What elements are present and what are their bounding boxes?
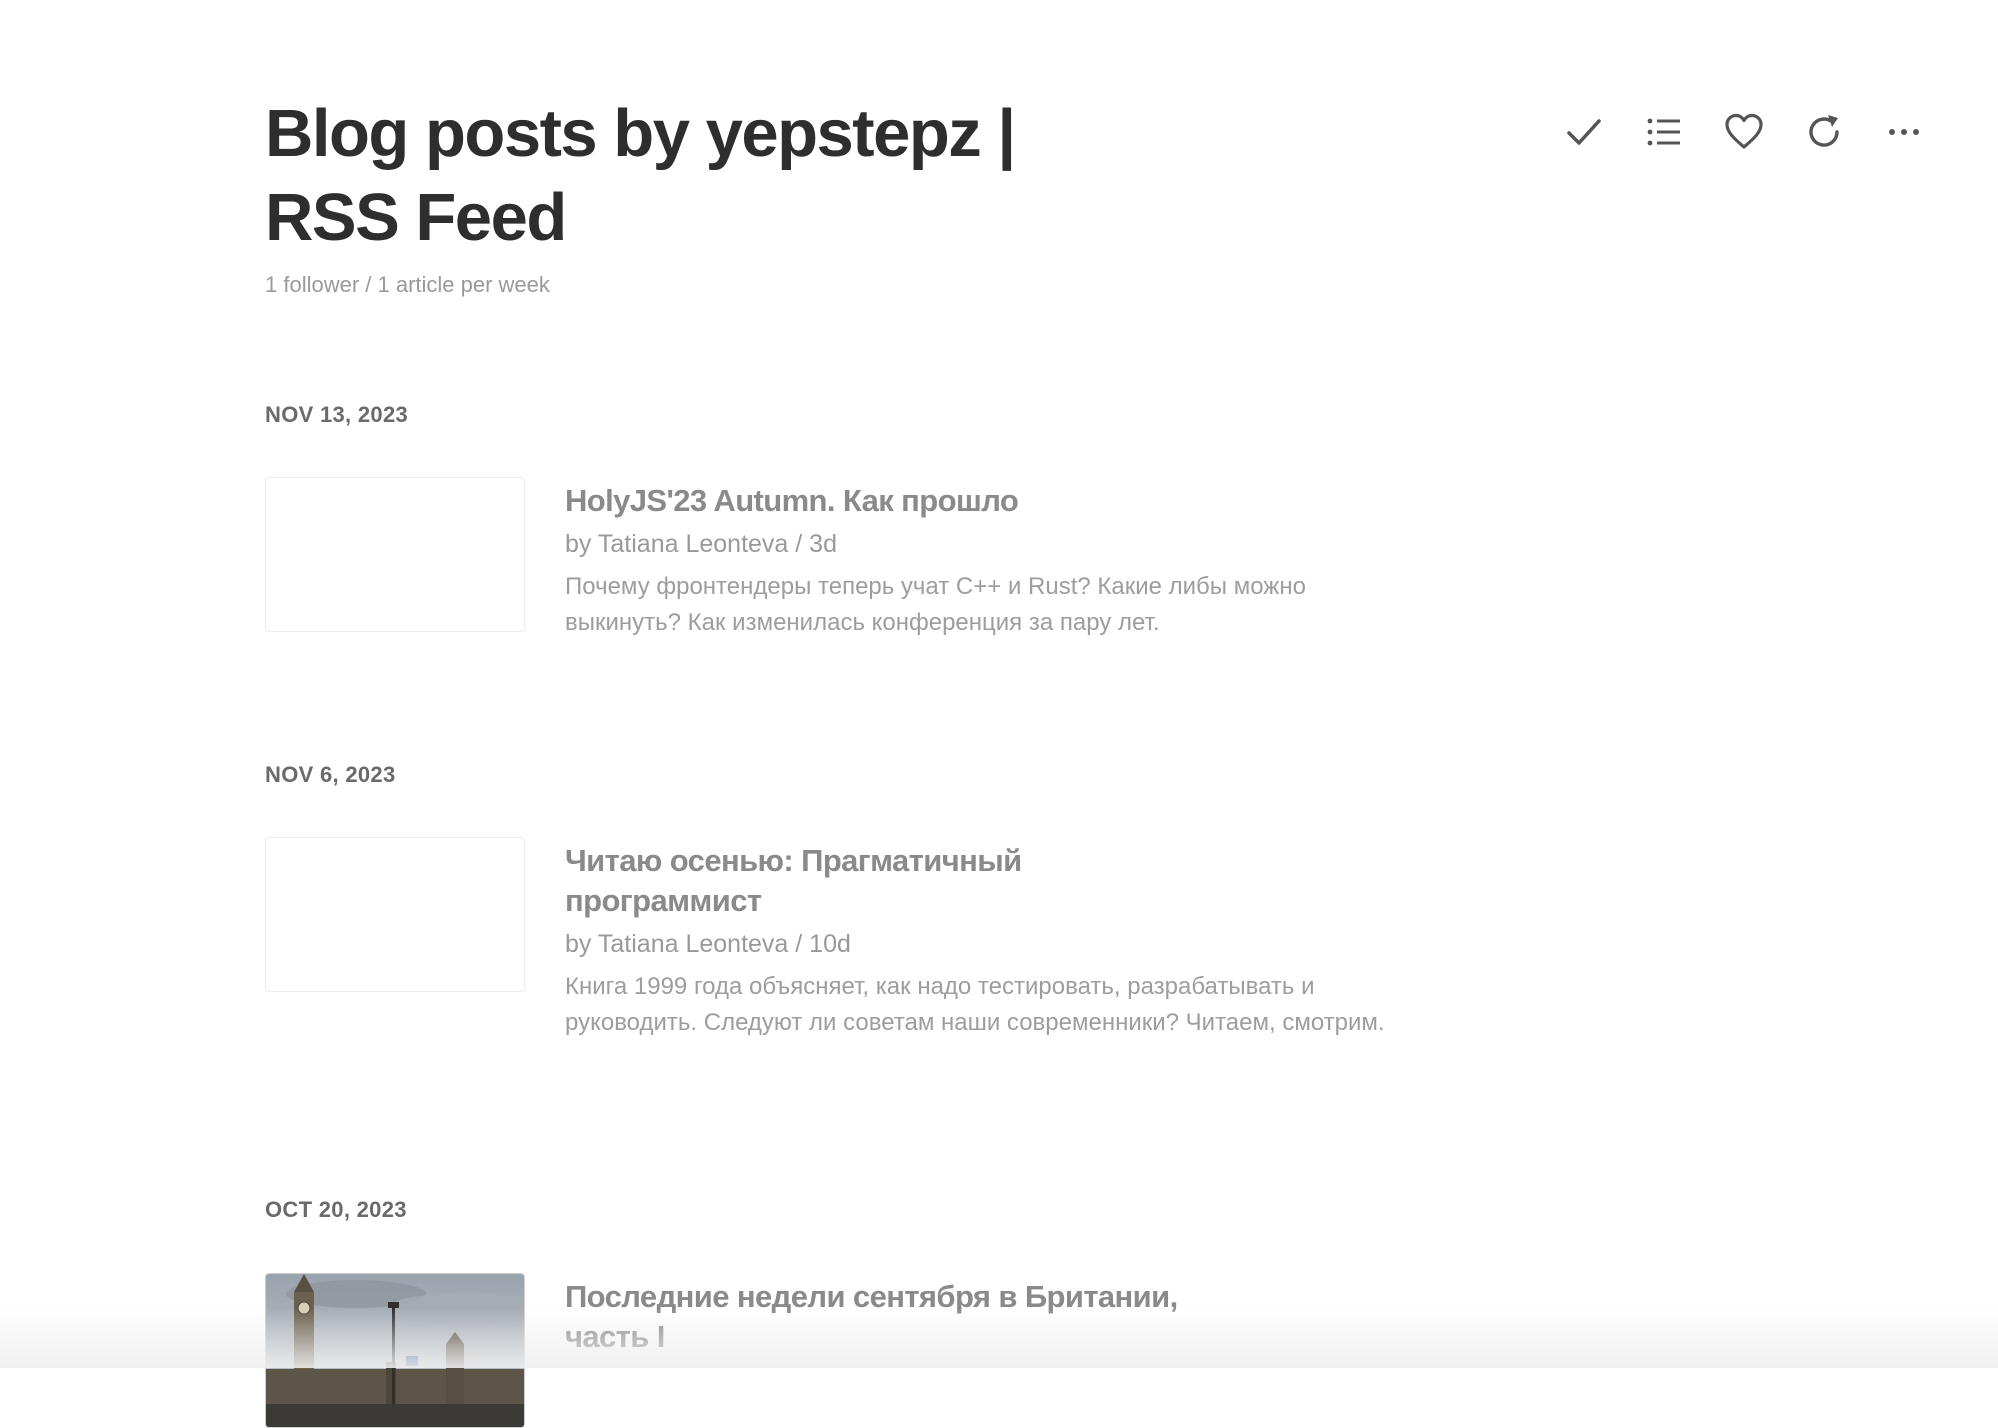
article-byline: by Tatiana Leonteva / 10d <box>565 930 851 958</box>
article-thumbnail[interactable] <box>265 1273 525 1428</box>
favorite-button[interactable] <box>1716 106 1772 158</box>
article-entry[interactable]: Читаю осенью: Прагматичный программист b… <box>265 837 1445 1041</box>
refresh-button[interactable] <box>1796 106 1852 158</box>
feed-page: Blog posts by yepstepz | RSS Feed 1 foll… <box>0 0 1998 1428</box>
article-title[interactable]: Читаю осенью: Прагматичный программист <box>565 841 1225 921</box>
date-heading: NOV 6, 2023 <box>265 762 396 787</box>
mark-as-read-button[interactable] <box>1556 106 1612 158</box>
article-title[interactable]: Последние недели сентября в Британии, ча… <box>565 1277 1205 1357</box>
feed-title: Blog posts by yepstepz | RSS Feed <box>265 96 1016 255</box>
checkmark-icon <box>1567 119 1601 145</box>
article-entry[interactable]: Последние недели сентября в Британии, ча… <box>265 1273 1445 1428</box>
article-body: Читаю осенью: Прагматичный программист b… <box>565 837 1445 1041</box>
more-options-button[interactable] <box>1876 106 1932 158</box>
article-summary: Почему фронтендеры теперь учат C++ и Rus… <box>565 573 1306 636</box>
article-body: HolyJS'23 Autumn. Как прошло by Tatiana … <box>565 477 1445 641</box>
feed-header: Blog posts by yepstepz | RSS Feed 1 foll… <box>265 92 1165 298</box>
more-icon <box>1889 129 1919 135</box>
article-thumbnail[interactable] <box>265 837 525 992</box>
date-heading: NOV 13, 2023 <box>265 402 409 427</box>
london-photo-thumbnail <box>266 1274 524 1427</box>
article-byline: by Tatiana Leonteva / 3d <box>565 530 837 558</box>
layout-list-button[interactable] <box>1636 106 1692 158</box>
heart-icon <box>1725 113 1763 149</box>
date-heading: OCT 20, 2023 <box>265 1197 407 1222</box>
refresh-icon <box>1809 115 1839 147</box>
feed-meta: 1 follower / 1 article per week <box>265 272 550 297</box>
article-body: Последние недели сентября в Британии, ча… <box>565 1273 1445 1428</box>
feed-toolbar <box>1556 106 1932 158</box>
article-entry[interactable]: HolyJS'23 Autumn. Как прошло by Tatiana … <box>265 477 1445 641</box>
article-thumbnail[interactable] <box>265 477 525 632</box>
list-icon <box>1647 118 1680 146</box>
article-title[interactable]: HolyJS'23 Autumn. Как прошло <box>565 481 1225 521</box>
article-summary: Книга 1999 года объясняет, как надо тест… <box>565 973 1385 1036</box>
